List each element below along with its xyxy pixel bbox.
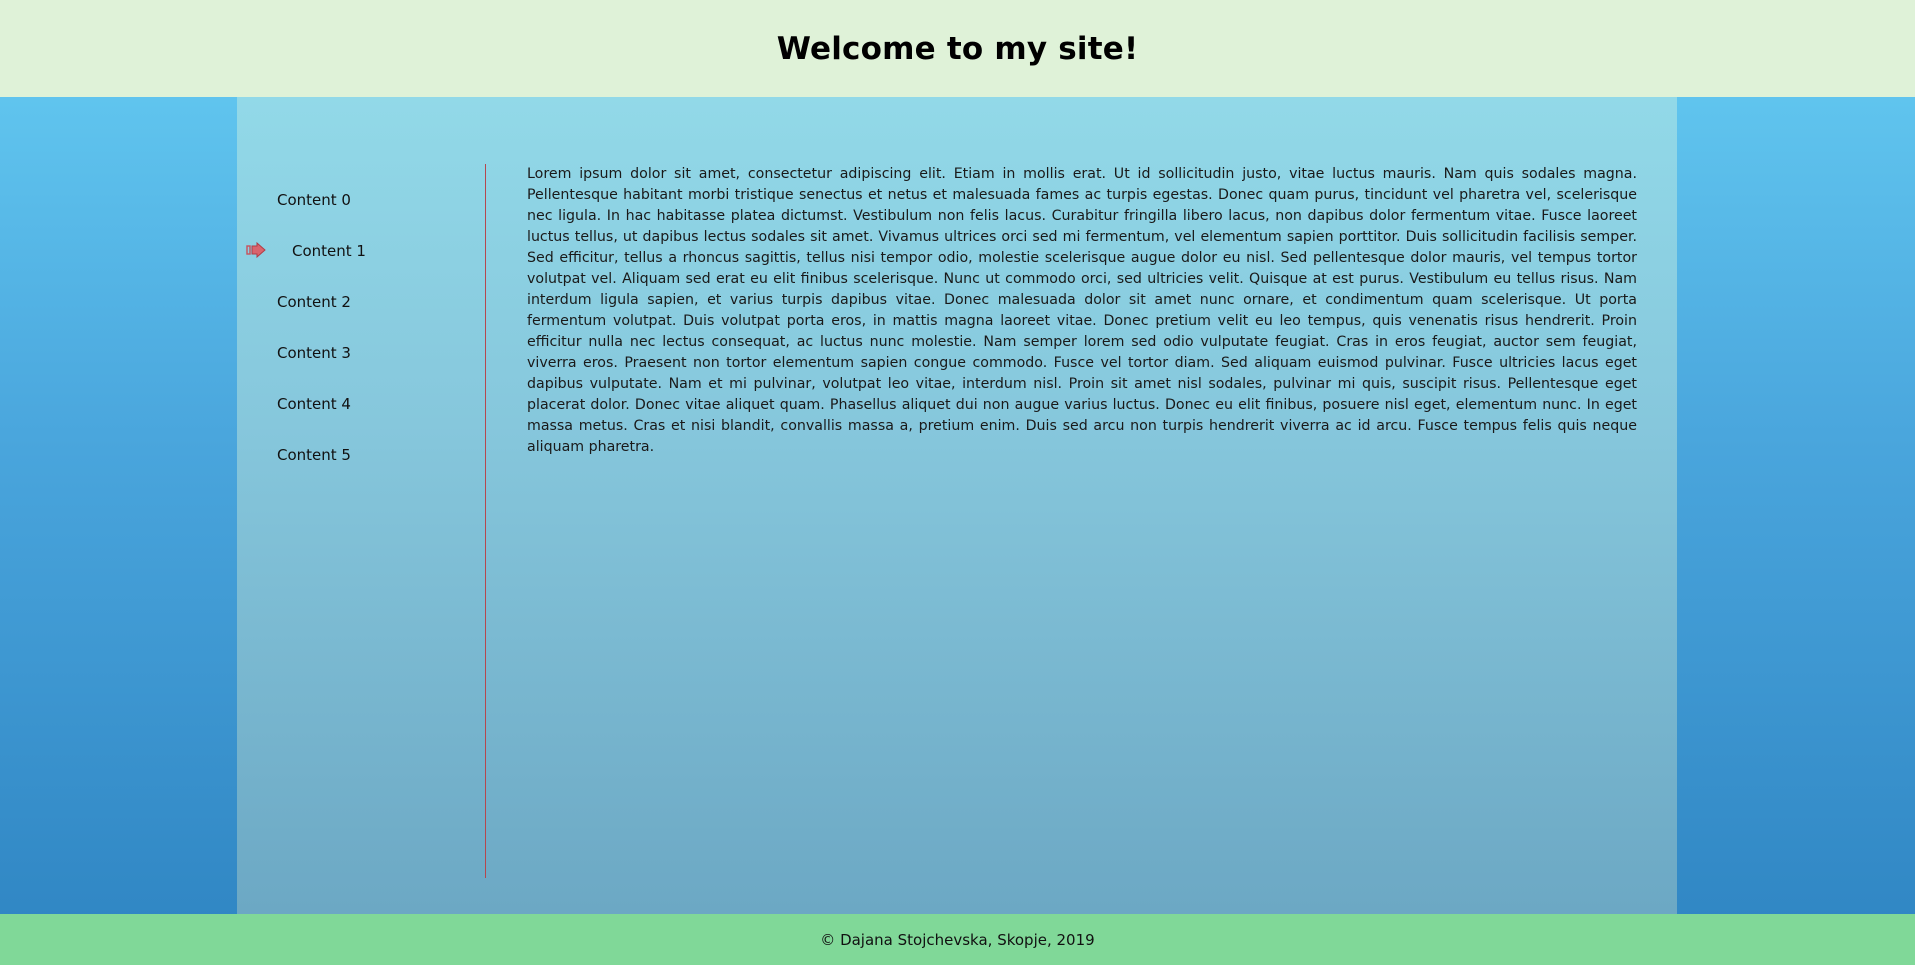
arrow-right-icon xyxy=(246,242,266,258)
site-footer: © Dajana Stojchevska, Skopje, 2019 xyxy=(0,914,1915,965)
vertical-divider xyxy=(485,164,486,878)
sidebar-item-content-4[interactable]: Content 4 xyxy=(277,395,351,413)
site-header: Welcome to my site! xyxy=(0,0,1915,97)
sidebar-item-content-5[interactable]: Content 5 xyxy=(277,446,351,464)
sidebar-item-content-3[interactable]: Content 3 xyxy=(277,344,351,362)
sidebar-item-content-0[interactable]: Content 0 xyxy=(277,191,351,209)
content-paragraph: Lorem ipsum dolor sit amet, consectetur … xyxy=(527,166,1637,455)
main-content: Lorem ipsum dolor sit amet, consectetur … xyxy=(527,164,1637,458)
sidebar-item-content-1[interactable]: Content 1 xyxy=(292,242,366,260)
sidebar-nav: Content 0 Content 1 Content 2 Content 3 … xyxy=(237,97,487,914)
page-title: Welcome to my site! xyxy=(776,30,1139,67)
footer-copyright: © Dajana Stojchevska, Skopje, 2019 xyxy=(820,930,1095,949)
sidebar-item-content-2[interactable]: Content 2 xyxy=(277,293,351,311)
page-container: Content 0 Content 1 Content 2 Content 3 … xyxy=(237,97,1677,914)
